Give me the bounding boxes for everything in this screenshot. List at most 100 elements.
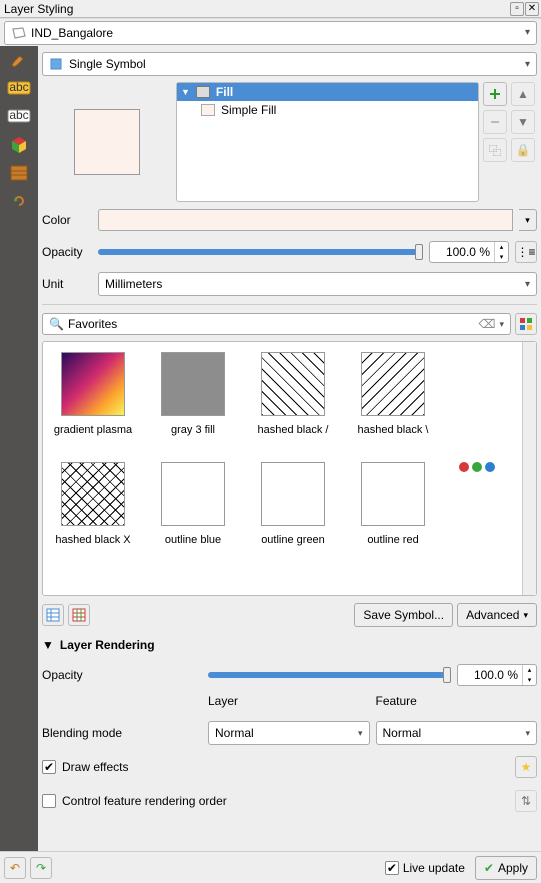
duplicate-button[interactable]: ⿻ — [483, 138, 507, 162]
gallery-item-outline-blue[interactable]: outline blue — [143, 462, 243, 572]
main-area: abc abc Single Symbol — [0, 46, 541, 851]
layer-blend-combo[interactable]: Normal — [208, 721, 370, 745]
close-icon[interactable]: ✕ — [525, 2, 539, 16]
grid-view-button[interactable] — [68, 604, 90, 626]
preview-swatch — [74, 109, 140, 175]
clear-search-icon[interactable]: ⌫ — [479, 317, 496, 331]
tree-buttons: ▲ ▼ ⿻ 🔒 — [483, 82, 537, 202]
redo-icon: ↷ — [36, 861, 46, 875]
symbol-type-label: Single Symbol — [69, 57, 146, 71]
tree-root-fill[interactable]: ▼ Fill — [177, 83, 478, 101]
symbol-tree[interactable]: ▼ Fill Simple Fill — [176, 82, 479, 202]
table-icon[interactable] — [5, 162, 33, 184]
data-defined-opacity-button[interactable]: ⋮≡ — [515, 241, 537, 263]
gallery-item-gray-3-fill[interactable]: gray 3 fill — [143, 352, 243, 462]
svg-text:abc: abc — [9, 81, 28, 94]
layer-rendering-title: Layer Rendering — [60, 638, 155, 652]
search-text: Favorites — [68, 317, 475, 331]
collapse-icon: ▼ — [42, 638, 54, 652]
rendering-opacity-value: 100.0 % — [458, 668, 522, 682]
blend-column-headers: Layer Feature — [42, 694, 537, 714]
feature-blend-combo[interactable]: Normal — [376, 721, 538, 745]
symbol-gallery-frame: gradient plasma gray 3 fill hashed black… — [42, 341, 537, 596]
apply-check-icon: ✔ — [484, 861, 494, 875]
opacity-spinbox[interactable]: 100.0 % ▴▾ — [429, 241, 509, 263]
search-field[interactable]: 🔍 Favorites ⌫ ▾ — [42, 313, 511, 335]
opacity-label: Opacity — [42, 245, 92, 259]
gallery-footer: Save Symbol... Advanced▾ — [42, 600, 537, 630]
blend-mode-label: Blending mode — [42, 726, 202, 740]
move-up-button[interactable]: ▲ — [511, 82, 535, 106]
search-icon: 🔍 — [49, 317, 64, 331]
symbol-tree-section: ▼ Fill Simple Fill ▲ — [42, 82, 537, 202]
rendering-opacity-label: Opacity — [42, 668, 202, 682]
control-order-label: Control feature rendering order — [62, 794, 509, 808]
svg-text:abc: abc — [9, 109, 28, 122]
live-update-checkbox[interactable]: ✔ — [385, 861, 399, 875]
color-dropdown[interactable]: ▾ — [519, 209, 537, 231]
unit-row: Unit Millimeters — [42, 270, 537, 298]
draw-effects-checkbox[interactable]: ✔ — [42, 760, 56, 774]
simple-fill-swatch — [201, 104, 215, 116]
live-update-label: Live update — [403, 861, 465, 875]
refresh-icon[interactable] — [5, 190, 33, 212]
undo-button[interactable]: ↶ — [4, 857, 26, 879]
symbol-type-row: Single Symbol — [42, 50, 537, 78]
content-area: Single Symbol ▼ Fill Simp — [38, 46, 541, 851]
draw-effects-customize-button[interactable]: ★ — [515, 756, 537, 778]
opacity-slider[interactable] — [98, 249, 423, 255]
sort-icon: ⇅ — [521, 794, 531, 808]
add-layer-button[interactable] — [483, 82, 507, 106]
unit-value: Millimeters — [105, 277, 162, 291]
symbol-type-combo[interactable]: Single Symbol — [42, 52, 537, 76]
blend-mode-row: Blending mode Normal Normal — [42, 718, 537, 748]
control-order-settings-button[interactable]: ⇅ — [515, 790, 537, 812]
tree-child-simple-fill[interactable]: Simple Fill — [177, 101, 478, 119]
panel-title: Layer Styling — [4, 2, 509, 16]
search-dropdown-icon[interactable]: ▾ — [499, 319, 504, 330]
labels-abc-icon[interactable]: abc — [5, 78, 33, 100]
opacity-value: 100.0 % — [430, 245, 494, 259]
apply-button[interactable]: ✔ Apply — [475, 856, 537, 880]
restore-icon[interactable]: ▫ — [510, 2, 524, 16]
layer-selector-row: IND_Bangalore — [0, 18, 541, 46]
style-manager-button[interactable] — [515, 313, 537, 335]
draw-effects-row: ✔ Draw effects ★ — [42, 752, 537, 782]
cube-icon[interactable] — [5, 134, 33, 156]
gallery-item-hashed-black-f[interactable]: hashed black / — [243, 352, 343, 462]
search-row: 🔍 Favorites ⌫ ▾ — [42, 311, 537, 337]
unit-combo[interactable]: Millimeters — [98, 272, 537, 296]
lock-button[interactable]: 🔒 — [511, 138, 535, 162]
color-field[interactable] — [98, 209, 513, 231]
gallery-item-outline-red[interactable]: outline red — [343, 462, 443, 572]
layer-polygon-icon — [11, 26, 27, 40]
rendering-opacity-spinbox[interactable]: 100.0 % ▴▾ — [457, 664, 537, 686]
control-order-checkbox[interactable] — [42, 794, 56, 808]
layer-rendering-header[interactable]: ▼ Layer Rendering — [42, 634, 537, 656]
gallery-scrollbar[interactable] — [522, 342, 536, 595]
symbol-gallery[interactable]: gradient plasma gray 3 fill hashed black… — [43, 342, 522, 595]
draw-effects-label: Draw effects — [62, 760, 509, 774]
color-label: Color — [42, 213, 92, 227]
star-icon: ★ — [521, 760, 532, 774]
save-symbol-button[interactable]: Save Symbol... — [354, 603, 453, 627]
remove-layer-button[interactable] — [483, 110, 507, 134]
layer-name: IND_Bangalore — [31, 26, 113, 40]
move-down-button[interactable]: ▼ — [511, 110, 535, 134]
gallery-item-gradient-plasma[interactable]: gradient plasma — [43, 352, 143, 462]
divider — [42, 304, 537, 305]
apply-label: Apply — [498, 861, 528, 875]
unit-label: Unit — [42, 277, 92, 291]
gallery-item-outline-green[interactable]: outline green — [243, 462, 343, 572]
titlebar: Layer Styling ▫ ✕ — [0, 0, 541, 18]
gallery-item-hashed-black-b[interactable]: hashed black \ — [343, 352, 443, 462]
rendering-opacity-slider[interactable] — [208, 672, 451, 678]
gallery-item-hashed-black-x[interactable]: hashed black X — [43, 462, 143, 572]
brush-icon[interactable] — [5, 50, 33, 72]
list-view-button[interactable] — [42, 604, 64, 626]
labels-abc-outline-icon[interactable]: abc — [5, 106, 33, 128]
redo-button[interactable]: ↷ — [30, 857, 52, 879]
advanced-button[interactable]: Advanced▾ — [457, 603, 537, 627]
layer-combo[interactable]: IND_Bangalore — [4, 21, 537, 45]
undo-icon: ↶ — [10, 861, 20, 875]
